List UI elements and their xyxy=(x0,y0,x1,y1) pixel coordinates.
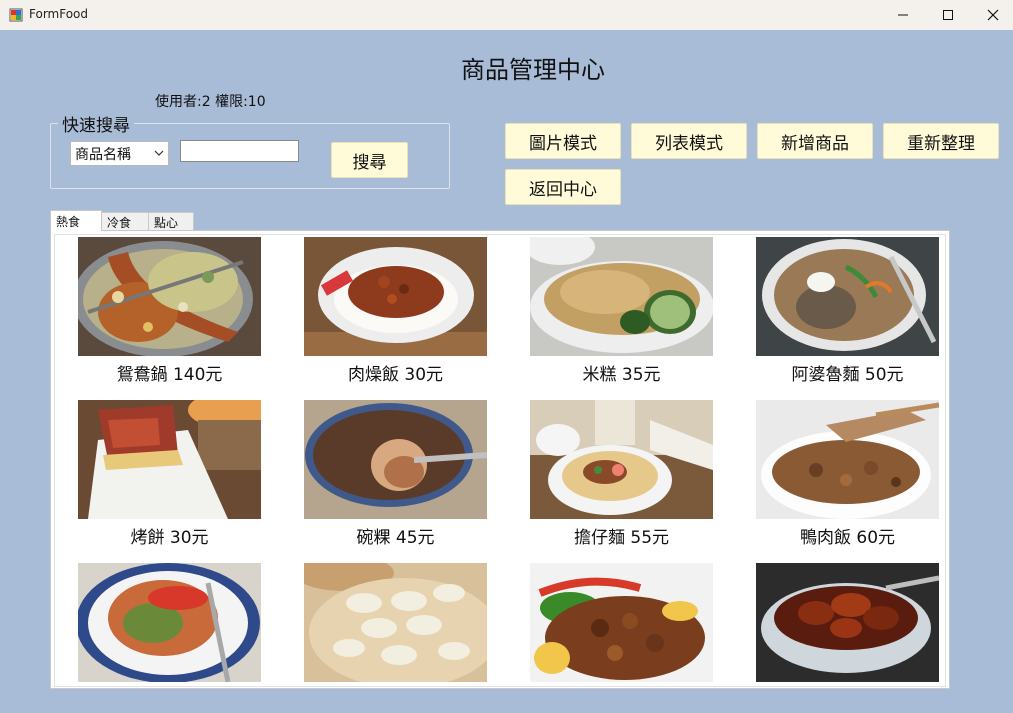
search-input[interactable] xyxy=(180,140,299,162)
picture-mode-button[interactable]: 圖片模式 xyxy=(505,123,621,159)
product-label: 阿婆魯麵 50元 xyxy=(791,365,904,385)
page-title: 商品管理中心 xyxy=(461,56,605,84)
user-info: 使用者:2 權限:10 xyxy=(155,94,266,110)
minimize-icon xyxy=(898,14,908,16)
minimize-button[interactable] xyxy=(880,0,926,30)
product-grid[interactable]: 鴛鴦鍋 140元 肉燥飯 30元 米糕 35元 阿婆魯麵 50元 烤餅 30元 … xyxy=(54,234,946,687)
product-label: 鴨肉飯 60元 xyxy=(799,528,896,548)
product-item[interactable]: 阿婆魯麵 50元 xyxy=(756,237,939,385)
product-image-rice-cake[interactable] xyxy=(530,237,713,356)
search-field-select[interactable]: 商品名稱 xyxy=(70,141,169,166)
product-item[interactable] xyxy=(756,563,939,686)
product-image-dumplings[interactable] xyxy=(304,563,487,682)
product-label: 肉燥飯 30元 xyxy=(347,365,444,385)
maximize-icon xyxy=(943,10,953,20)
tab-hot-food[interactable]: 熱食 xyxy=(50,210,102,231)
refresh-button[interactable]: 重新整理 xyxy=(883,123,999,159)
product-image-duck-rice[interactable] xyxy=(756,400,939,519)
product-image-braised-pork-rice[interactable] xyxy=(304,237,487,356)
product-panel: 鴛鴦鍋 140元 肉燥飯 30元 米糕 35元 阿婆魯麵 50元 烤餅 30元 … xyxy=(50,230,950,689)
product-image-oyster-omelette[interactable] xyxy=(78,563,261,682)
maximize-button[interactable] xyxy=(925,0,971,30)
search-button[interactable]: 搜尋 xyxy=(331,142,408,178)
close-icon xyxy=(987,9,999,21)
product-item[interactable]: 米糕 35元 xyxy=(530,237,713,385)
product-image-braised-pork-egg[interactable] xyxy=(530,563,713,682)
product-image-hotpot[interactable] xyxy=(78,237,261,356)
back-to-center-button[interactable]: 返回中心 xyxy=(505,169,621,205)
list-mode-button[interactable]: 列表模式 xyxy=(631,123,747,159)
product-item[interactable]: 鴨肉飯 60元 xyxy=(756,400,939,548)
product-image-baked-cake[interactable] xyxy=(78,400,261,519)
product-image-bowl-rice-cake[interactable] xyxy=(304,400,487,519)
product-item[interactable]: 烤餅 30元 xyxy=(78,400,261,548)
product-item[interactable]: 擔仔麵 55元 xyxy=(530,400,713,548)
product-label: 碗粿 45元 xyxy=(356,528,435,548)
product-item[interactable]: 碗粿 45元 xyxy=(304,400,487,548)
app-icon xyxy=(9,8,23,22)
product-item[interactable] xyxy=(304,563,487,686)
search-field-value: 商品名稱 xyxy=(75,146,131,163)
product-item[interactable]: 鴛鴦鍋 140元 xyxy=(78,237,261,385)
window-title: FormFood xyxy=(29,7,89,21)
add-product-button[interactable]: 新增商品 xyxy=(757,123,873,159)
close-button[interactable] xyxy=(970,0,1013,30)
product-label: 鴛鴦鍋 140元 xyxy=(116,365,223,385)
product-item[interactable]: 肉燥飯 30元 xyxy=(304,237,487,385)
chevron-down-icon xyxy=(154,150,164,156)
tab-snacks[interactable]: 點心 xyxy=(148,212,194,231)
product-label: 烤餅 30元 xyxy=(130,528,209,548)
tab-cold-food[interactable]: 冷食 xyxy=(101,212,149,231)
product-image-braised-chicken[interactable] xyxy=(756,563,939,682)
title-bar: FormFood xyxy=(0,0,1013,30)
product-item[interactable] xyxy=(530,563,713,686)
quick-search-legend: 快速搜尋 xyxy=(58,111,134,136)
product-label: 擔仔麵 55元 xyxy=(573,528,670,548)
product-image-danzai-noodles[interactable] xyxy=(530,400,713,519)
product-image-lu-mian[interactable] xyxy=(756,237,939,356)
product-item[interactable] xyxy=(78,563,261,686)
product-label: 米糕 35元 xyxy=(582,365,661,385)
